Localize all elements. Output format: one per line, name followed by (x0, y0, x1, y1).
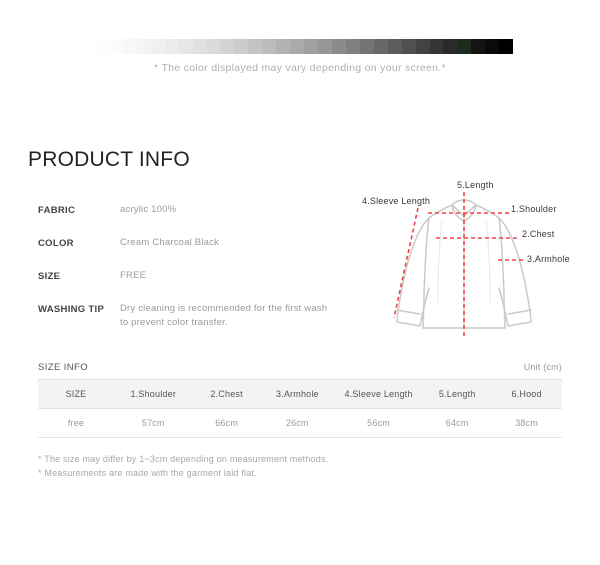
color-swatch-14 (290, 39, 305, 54)
spec-row-color: COLOR Cream Charcoal Black (38, 236, 358, 250)
column-header-length: 5.Length (423, 379, 492, 409)
size-notes: * The size may differ by 1~3cm depending… (38, 452, 558, 480)
garment-measurement-diagram: 5.Length 4.Sleeve Length 1.Shoulder 2.Ch… (352, 176, 600, 344)
column-header-sleeve-length: 4.Sleeve Length (334, 379, 424, 409)
color-swatch-26 (457, 39, 472, 54)
size-info-header: SIZE INFO Unit (cm) (38, 362, 562, 373)
color-swatch-16 (318, 39, 332, 54)
color-swatch-19 (359, 39, 374, 54)
color-disclaimer-text: * The color displayed may vary depending… (154, 62, 446, 74)
spec-label: WASHING TIP (38, 304, 105, 315)
page-title: PRODUCT INFO (28, 148, 190, 171)
diagram-label-sleeve-length: 4.Sleeve Length (362, 196, 431, 206)
table-row: free 57cm 66cm 26cm 56cm 64cm 38cm (38, 408, 562, 438)
spec-row-size: SIZE FREE (38, 269, 358, 283)
column-header-armhole: 3.Armhole (260, 379, 335, 409)
spec-label: FABRIC (38, 205, 76, 216)
diagram-label-shoulder: 1.Shoulder (511, 204, 557, 214)
column-header-size: SIZE (38, 379, 114, 409)
color-swatch-20 (373, 39, 388, 54)
color-swatch-8 (206, 39, 221, 54)
color-swatch-6 (178, 39, 193, 54)
color-swatch-5 (164, 39, 179, 54)
size-info-title: SIZE INFO (38, 362, 89, 373)
cell-armhole: 26cm (260, 408, 335, 438)
diagram-label-chest: 2.Chest (522, 229, 555, 239)
diagram-label-length: 5.Length (457, 180, 494, 190)
color-swatch-27 (471, 39, 486, 54)
color-swatch-21 (387, 39, 402, 54)
color-swatch-3 (136, 39, 151, 54)
color-swatch-9 (220, 39, 235, 54)
color-swatch-1 (108, 39, 123, 54)
cell-sleeve-length: 56cm (334, 408, 424, 438)
column-header-chest: 2.Chest (192, 379, 261, 409)
color-swatch-4 (150, 39, 165, 54)
cell-size: free (38, 408, 114, 438)
spec-value: FREE (120, 270, 147, 281)
color-swatch-18 (345, 39, 360, 54)
color-swatch-0 (95, 39, 109, 54)
color-swatch-13 (276, 39, 291, 54)
color-swatch-29 (499, 39, 514, 54)
size-note: * Measurements are made with the garment… (38, 468, 257, 478)
color-swatch-23 (415, 39, 430, 54)
color-swatch-24 (429, 39, 444, 54)
measure-line-sleeve-length (393, 207, 419, 319)
spec-value: Dry cleaning is recommended for the firs… (120, 303, 328, 328)
table-header-row: SIZE 1.Shoulder 2.Chest 3.Armhole 4.Slee… (38, 379, 562, 409)
color-swatch-11 (248, 39, 263, 54)
cell-length: 64cm (423, 408, 492, 438)
spec-value: acrylic 100% (120, 204, 177, 215)
spec-label: SIZE (38, 271, 61, 282)
cell-shoulder: 57cm (113, 408, 193, 438)
column-header-hood: 6.Hood (491, 379, 562, 409)
size-info-table: SIZE 1.Shoulder 2.Chest 3.Armhole 4.Slee… (38, 379, 562, 438)
color-swatch-25 (443, 39, 458, 54)
color-swatch-10 (234, 39, 249, 54)
color-swatch-7 (192, 39, 207, 54)
color-swatch-17 (331, 39, 346, 54)
color-swatch-15 (304, 39, 318, 54)
color-swatch-22 (401, 39, 416, 54)
cell-chest: 66cm (192, 408, 261, 438)
spec-row-washing-tip: WASHING TIP Dry cleaning is recommended … (38, 302, 358, 330)
column-header-shoulder: 1.Shoulder (113, 379, 193, 409)
color-swatch-12 (262, 39, 277, 54)
cell-hood: 38cm (491, 408, 562, 438)
spec-row-fabric: FABRIC acrylic 100% (38, 203, 358, 217)
size-unit-label: Unit (cm) (523, 362, 562, 372)
color-swatch-28 (485, 39, 500, 54)
color-swatch-2 (122, 39, 137, 54)
spec-label: COLOR (38, 238, 74, 249)
product-spec-list: FABRIC acrylic 100% COLOR Cream Charcoal… (38, 203, 358, 349)
diagram-label-armhole: 3.Armhole (527, 254, 570, 264)
color-gradient-bar (95, 39, 514, 54)
spec-value: Cream Charcoal Black (120, 237, 220, 248)
size-note: * The size may differ by 1~3cm depending… (38, 454, 329, 464)
